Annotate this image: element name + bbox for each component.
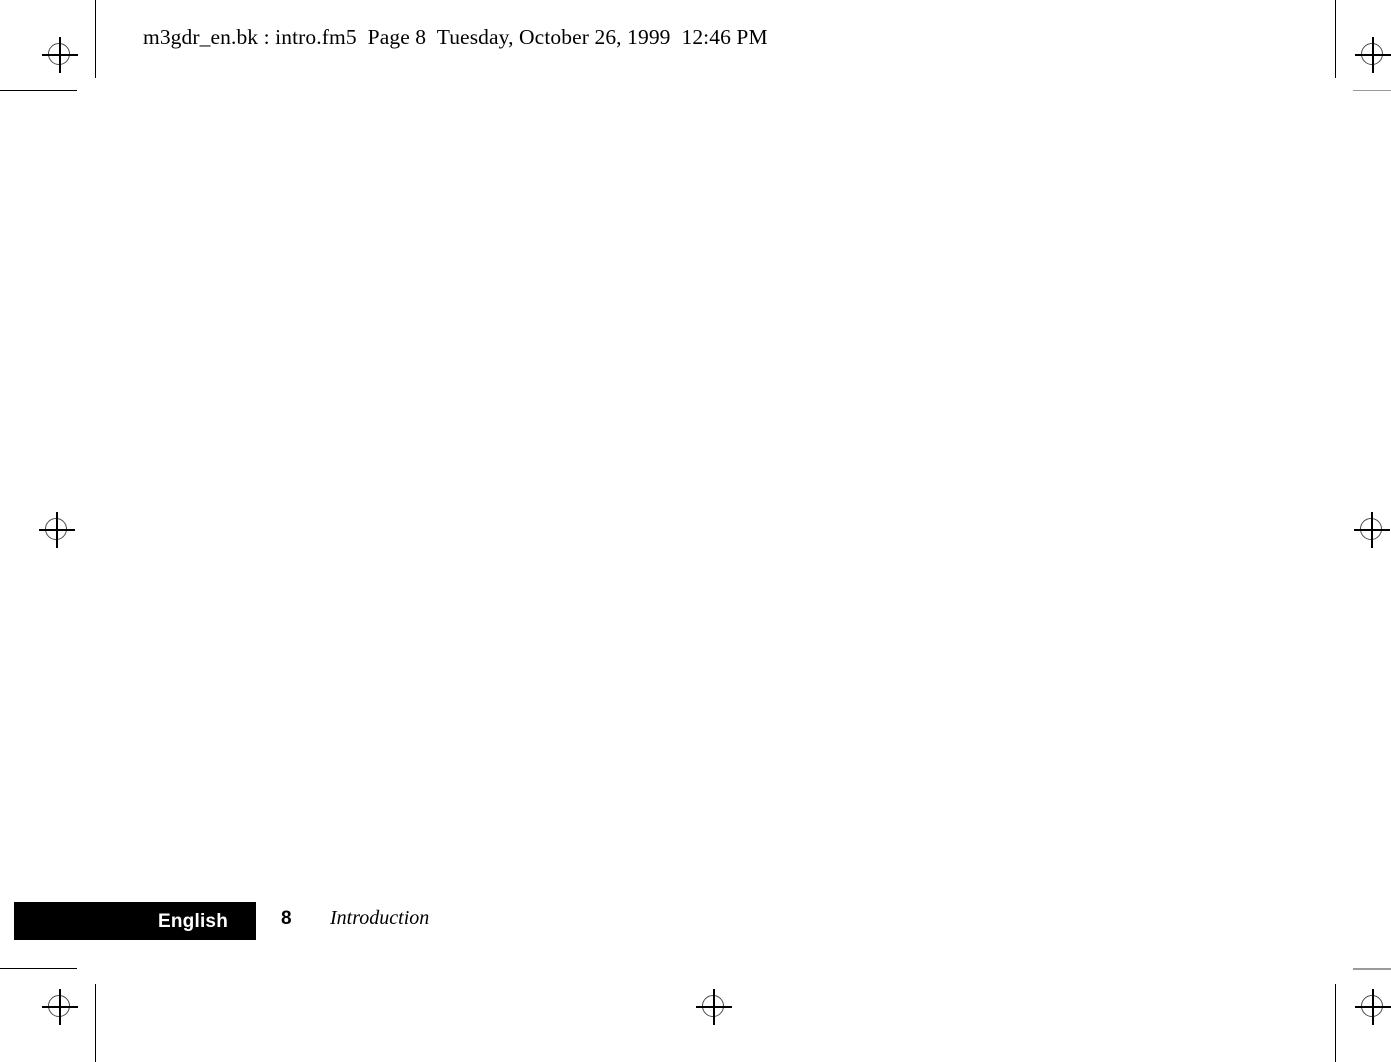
registration-mark-mid-right	[1352, 510, 1391, 550]
crop-line-top-right-horizontal	[1353, 90, 1391, 92]
registration-crosshair-horizontal-icon	[42, 1006, 78, 1008]
registration-crosshair-horizontal-icon	[1355, 1006, 1391, 1008]
registration-mark-mid-left	[37, 510, 77, 550]
registration-crosshair-horizontal-icon	[42, 54, 78, 56]
crop-line-top-left-vertical	[95, 0, 97, 78]
registration-mark-top-right	[1353, 35, 1391, 75]
crop-line-top-right-vertical	[1335, 0, 1337, 78]
language-bar-label: English	[157, 910, 228, 932]
registration-crosshair-horizontal-icon	[1355, 54, 1391, 56]
crop-line-bottom-left-vertical	[95, 984, 97, 1062]
page-footer: English 8 Introduction	[0, 900, 1391, 946]
language-bar: English	[14, 902, 256, 940]
registration-crosshair-horizontal-icon	[1354, 529, 1390, 531]
printed-page: m3gdr_en.bk : intro.fm5 Page 8 Tuesday, …	[0, 0, 1391, 1062]
crop-line-bottom-right-horizontal	[1353, 968, 1391, 970]
registration-mark-bottom-center	[694, 987, 734, 1027]
crop-line-bottom-left-horizontal	[0, 968, 77, 970]
registration-mark-bottom-left	[40, 987, 80, 1027]
header-slug: m3gdr_en.bk : intro.fm5 Page 8 Tuesday, …	[143, 25, 768, 49]
crop-line-top-left-horizontal	[0, 90, 77, 92]
section-title: Introduction	[330, 907, 430, 929]
registration-crosshair-horizontal-icon	[39, 529, 75, 531]
registration-mark-bottom-right	[1353, 987, 1391, 1027]
registration-crosshair-horizontal-icon	[696, 1006, 732, 1008]
crop-line-bottom-right-vertical	[1335, 984, 1337, 1062]
registration-mark-top-left	[40, 35, 80, 75]
page-number: 8	[281, 908, 292, 929]
page-body-area	[143, 120, 1243, 880]
